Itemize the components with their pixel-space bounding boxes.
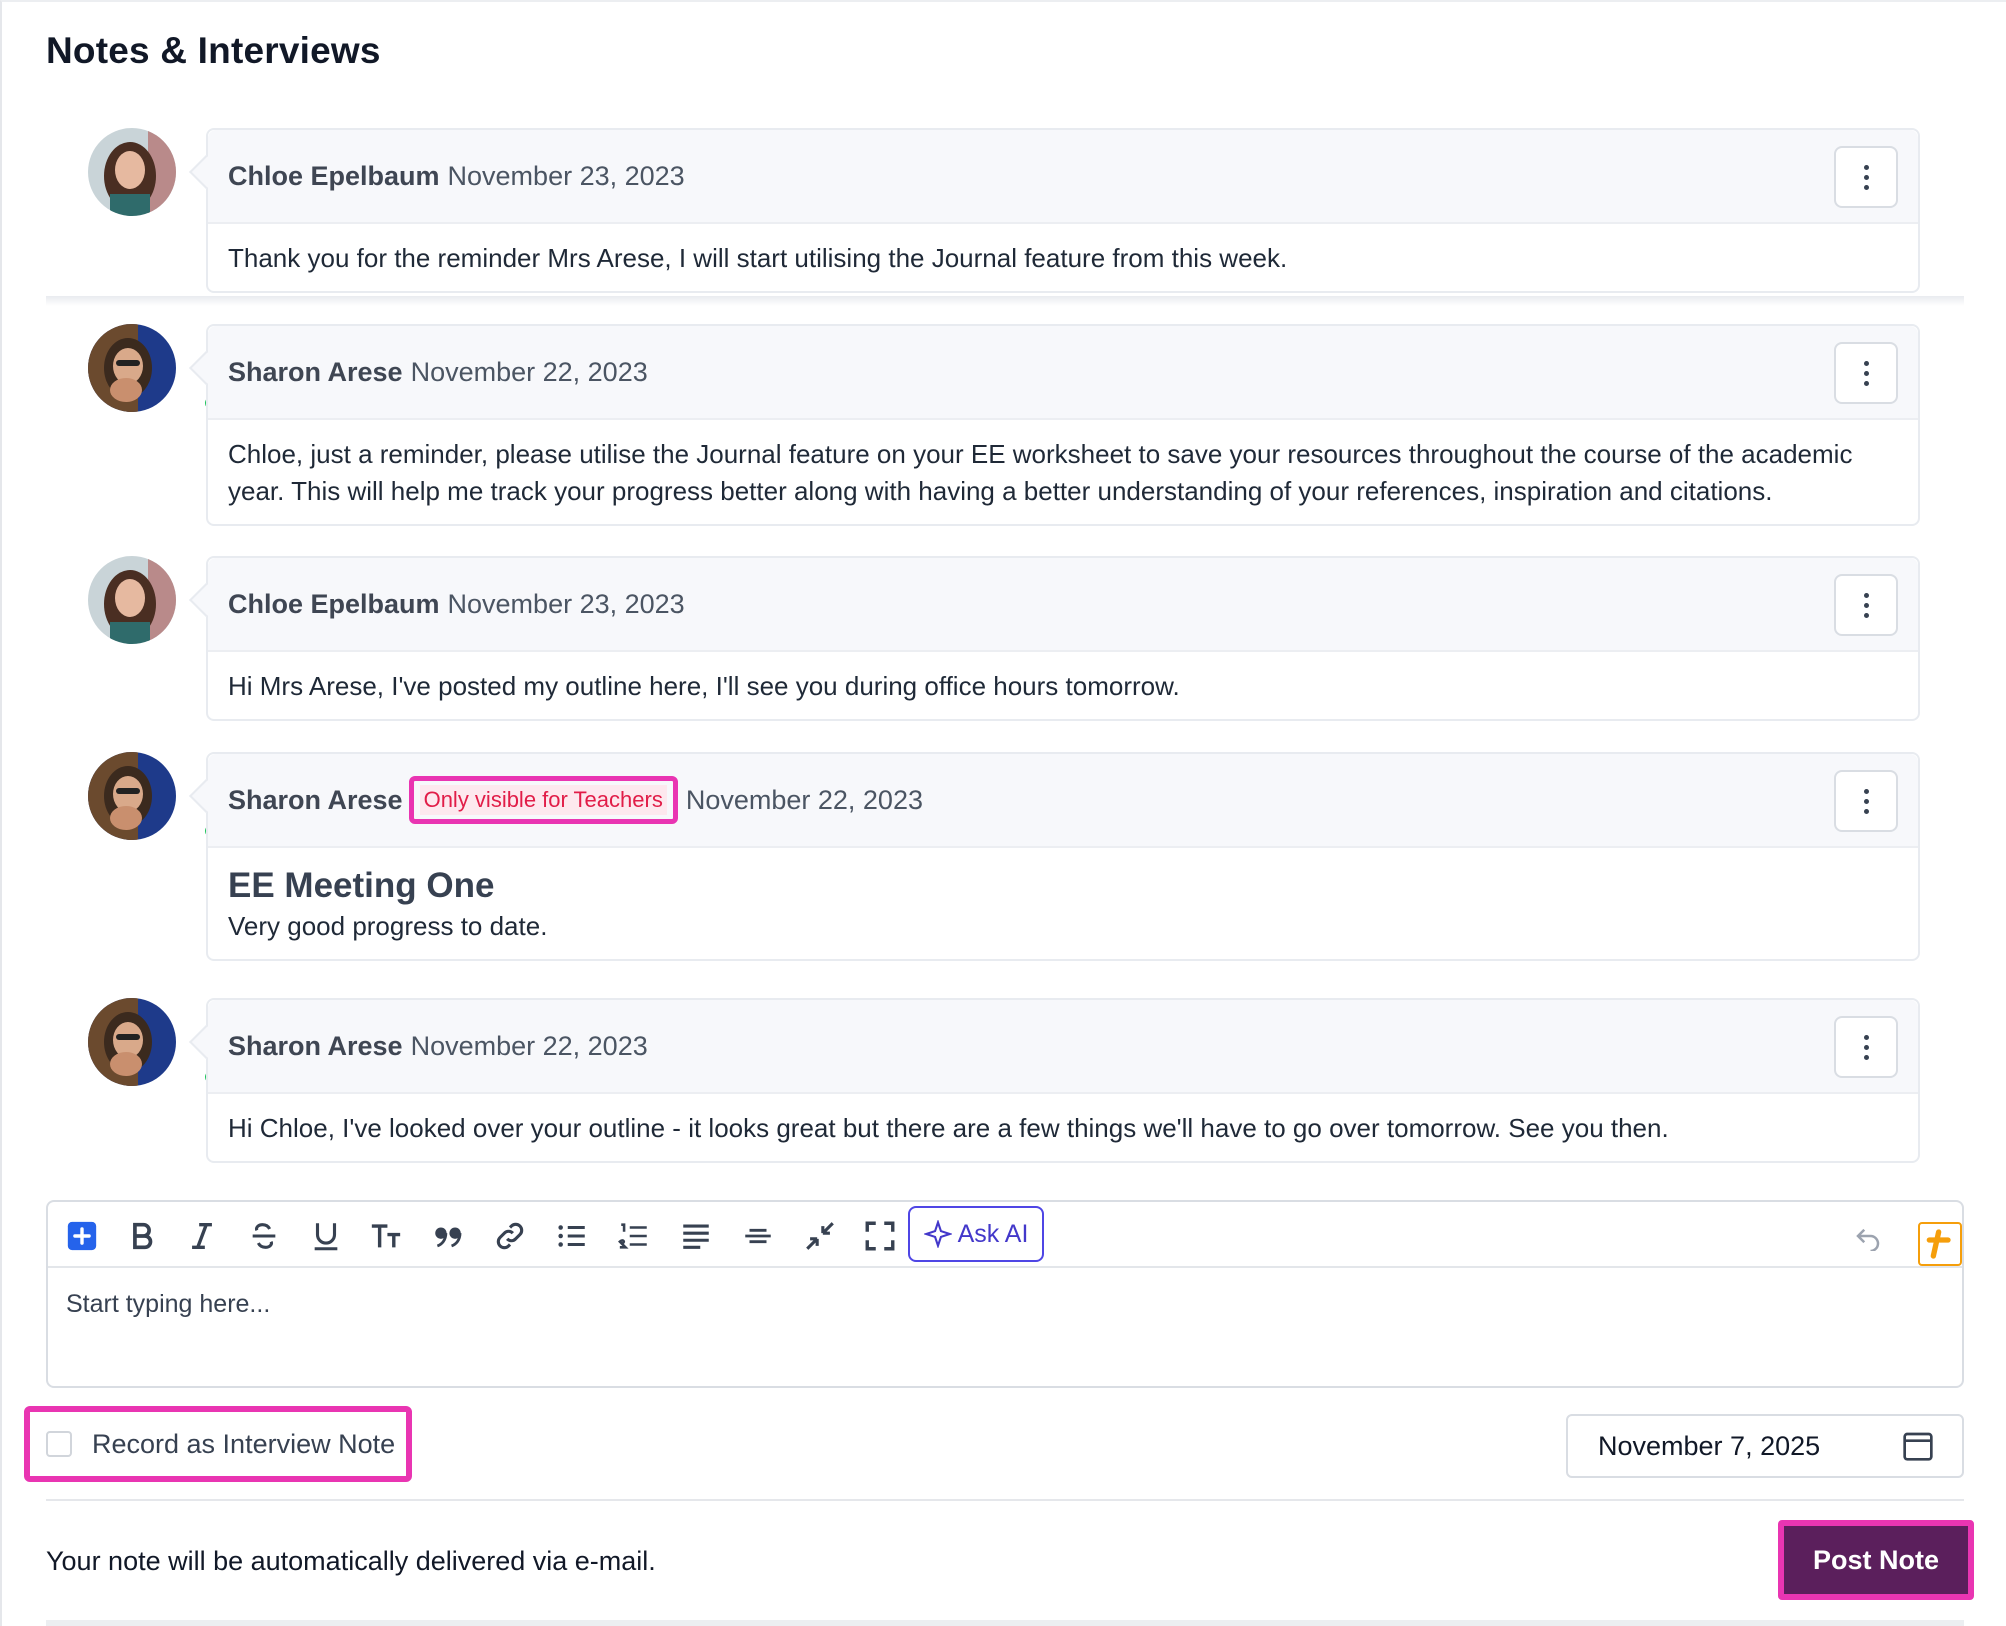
interview-note-checkbox[interactable]	[46, 1431, 72, 1457]
strikethrough-icon[interactable]	[244, 1216, 284, 1256]
footer-divider	[46, 1499, 1964, 1501]
note-header: Sharon Arese November 22, 2023	[208, 1000, 1918, 1094]
avatar	[88, 128, 176, 216]
note-body-container: EE Meeting One Very good progress to dat…	[208, 848, 1918, 959]
note-card: Chloe Epelbaum November 23, 2023 Hi Mrs …	[189, 556, 1920, 721]
ask-ai-button[interactable]: Ask AI	[908, 1206, 1044, 1262]
post-note-highlight: Post Note	[1778, 1520, 1974, 1600]
note-body: Hi Chloe, I've looked over your outline …	[228, 1113, 1669, 1143]
avatar	[88, 556, 176, 644]
bullet-list-icon[interactable]	[552, 1216, 592, 1256]
visibility-badge-highlight: Only visible for Teachers	[408, 776, 678, 824]
ask-ai-label: Ask AI	[957, 1219, 1029, 1248]
note-heading: EE Meeting One	[228, 866, 495, 905]
note-date: November 22, 2023	[685, 784, 923, 815]
date-picker-field[interactable]: November 7, 2025	[1566, 1414, 1964, 1478]
avatar	[88, 998, 220, 1086]
note-header: Chloe Epelbaum November 23, 2023	[208, 130, 1918, 224]
link-icon[interactable]	[490, 1216, 530, 1256]
plus-square-icon[interactable]	[62, 1216, 102, 1256]
note-author: Chloe Epelbaum	[228, 160, 440, 191]
avatar	[88, 324, 220, 412]
note-header: Chloe Epelbaum November 23, 2023	[208, 558, 1918, 652]
more-options-button[interactable]	[1834, 146, 1898, 208]
extension-t-icon[interactable]	[1918, 1222, 1962, 1266]
notes-page: Notes & Interviews Chloe Epelbaum Novemb…	[0, 0, 2006, 1626]
note-date: November 22, 2023	[410, 356, 648, 387]
note-date: November 23, 2023	[447, 160, 685, 191]
note-date: November 22, 2023	[410, 1030, 648, 1061]
bold-icon[interactable]	[122, 1216, 162, 1256]
align-icon[interactable]	[676, 1216, 716, 1256]
note-date: November 23, 2023	[447, 588, 685, 619]
bottom-edge	[46, 1620, 1964, 1626]
note-editor: Ask AI Start typing here...	[46, 1200, 1964, 1388]
page-title: Notes & Interviews	[46, 30, 381, 71]
post-note-button[interactable]: Post Note	[1784, 1526, 1968, 1594]
visibility-badge: Only visible for Teachers	[419, 785, 667, 815]
note-author: Sharon Arese	[228, 784, 403, 815]
text-size-icon[interactable]	[366, 1216, 406, 1256]
numbered-list-icon[interactable]	[614, 1216, 654, 1256]
note-card: Sharon Arese Only visible for Teachers N…	[189, 752, 1920, 961]
italic-icon[interactable]	[182, 1216, 222, 1256]
interview-note-toggle[interactable]: Record as Interview Note	[24, 1406, 412, 1482]
note-card: Sharon Arese November 22, 2023 Hi Chloe,…	[189, 998, 1920, 1163]
note-header: Sharon Arese November 22, 2023	[208, 326, 1918, 420]
more-options-button[interactable]	[1834, 1016, 1898, 1078]
editor-placeholder[interactable]: Start typing here...	[66, 1290, 270, 1319]
calendar-icon[interactable]	[1902, 1430, 1934, 1462]
horizontal-rule-icon[interactable]	[738, 1216, 778, 1256]
underline-icon[interactable]	[306, 1216, 346, 1256]
quote-icon[interactable]	[428, 1216, 468, 1256]
note-author: Chloe Epelbaum	[228, 588, 440, 619]
note-body: Hi Mrs Arese, I've posted my outline her…	[228, 671, 1180, 701]
undo-icon[interactable]	[1848, 1216, 1888, 1256]
interview-note-label: Record as Interview Note	[92, 1428, 396, 1459]
note-card: Chloe Epelbaum November 23, 2023 Thank y…	[189, 128, 1920, 293]
editor-toolbar: Ask AI	[48, 1202, 1962, 1268]
more-options-button[interactable]	[1834, 574, 1898, 636]
note-author: Sharon Arese	[228, 356, 403, 387]
note-card: Sharon Arese November 22, 2023 Chloe, ju…	[189, 324, 1920, 526]
collapse-icon[interactable]	[800, 1216, 840, 1256]
note-header: Sharon Arese Only visible for Teachers N…	[208, 754, 1918, 848]
fullscreen-icon[interactable]	[860, 1216, 900, 1256]
avatar	[88, 752, 220, 840]
email-delivery-notice: Your note will be automatically delivere…	[46, 1546, 656, 1576]
more-options-button[interactable]	[1834, 342, 1898, 404]
note-body: Thank you for the reminder Mrs Arese, I …	[228, 243, 1288, 273]
date-value: November 7, 2025	[1598, 1430, 1821, 1461]
note-body: Very good progress to date.	[228, 911, 548, 941]
divider	[46, 296, 1964, 306]
more-options-button[interactable]	[1834, 770, 1898, 832]
note-author: Sharon Arese	[228, 1030, 403, 1061]
sparkle-icon	[923, 1220, 952, 1248]
note-body: Chloe, just a reminder, please utilise t…	[228, 439, 1853, 506]
